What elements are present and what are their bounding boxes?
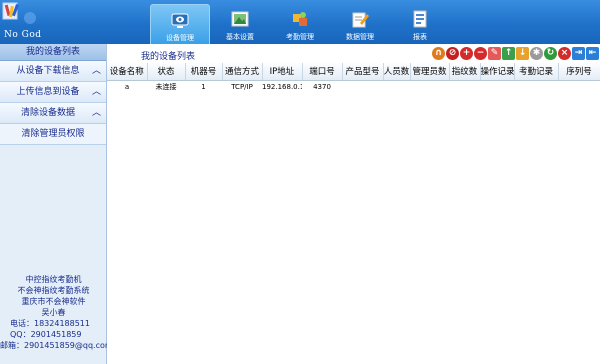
sidebar-header: 我的设备列表 <box>0 44 106 61</box>
nav-device-management[interactable]: 设备管理 <box>150 4 210 44</box>
footer-email: 邮箱：2901451859@qq.com <box>0 341 113 350</box>
edit-icon[interactable]: ✎ <box>488 47 501 60</box>
nav-attendance-management[interactable]: 考勤管理 <box>270 4 330 44</box>
upload-icon[interactable]: ↑ <box>502 47 515 60</box>
column-header[interactable]: 机器号 <box>185 63 223 81</box>
table-cell <box>558 80 600 93</box>
sidebar-item-upload-to-device[interactable]: 上传信息到设备 ︿ <box>0 82 106 103</box>
sidebar-item-download-from-device[interactable]: 从设备下载信息 ︿ <box>0 61 106 82</box>
top-bar: No God 设备管理 基本设置 考勤管理 数据管理 报表 <box>0 0 600 44</box>
column-header[interactable]: 考勤记录 <box>514 63 559 81</box>
connect-icon[interactable]: ∩ <box>432 47 445 60</box>
device-table: 设备名称 状态 机器号 通信方式 IP地址 端口号 产品型号 人员数 管理员数 … <box>107 63 600 93</box>
sync-icon[interactable]: ↻ <box>544 47 557 60</box>
nav-basic-settings[interactable]: 基本设置 <box>210 4 270 44</box>
remove-icon[interactable]: − <box>474 47 487 60</box>
edit-icon <box>352 12 369 28</box>
nav-data-management[interactable]: 数据管理 <box>330 4 390 44</box>
sidebar: 我的设备列表 从设备下载信息 ︿ 上传信息到设备 ︿ 清除设备数据 ︿ 清除管理… <box>0 44 113 364</box>
toolbar: ∩ ⊘ + − ✎ ↑ ↓ ✱ ↻ × ⇥ ⇤ <box>431 47 599 60</box>
nav-label: 考勤管理 <box>286 33 314 41</box>
nav-label: 报表 <box>413 33 427 41</box>
disconnect-icon[interactable]: ⊘ <box>446 47 459 60</box>
column-header[interactable]: 产品型号 <box>342 63 384 81</box>
column-header[interactable]: 通信方式 <box>222 63 263 81</box>
chevron-up-icon: ︿ <box>91 108 101 118</box>
nav-reports[interactable]: 报表 <box>390 4 450 44</box>
export-icon[interactable]: ⇥ <box>572 47 585 60</box>
table-row[interactable]: a 未连接 1 TCP/IP 192.168.0.10 4370 <box>107 80 600 93</box>
sidebar-subitem-clear-admin[interactable]: 清除管理员权限 <box>0 124 106 145</box>
sidebar-item-clear-device-data[interactable]: 清除设备数据 ︿ <box>0 103 106 124</box>
table-cell <box>514 80 558 93</box>
column-header[interactable]: 序列号 <box>558 63 600 81</box>
table-cell: 1 <box>201 82 206 91</box>
download-icon[interactable]: ↓ <box>516 47 529 60</box>
column-header[interactable]: 人员数 <box>383 63 411 81</box>
puzzle-icon <box>293 12 307 26</box>
delete-icon[interactable]: × <box>558 47 571 60</box>
main-panel: 我的设备列表 ∩ ⊘ + − ✎ ↑ ↓ ✱ ↻ × ⇥ ⇤ 设备名称 状态 机… <box>107 44 600 364</box>
picture-icon <box>231 11 249 27</box>
settings-icon[interactable]: ✱ <box>530 47 543 60</box>
column-header[interactable]: 操作记录 <box>480 63 515 81</box>
sidebar-item-label: 从设备下载信息 <box>16 66 80 76</box>
chevron-up-icon: ︿ <box>91 66 101 76</box>
sidebar-item-label: 上传信息到设备 <box>16 87 80 97</box>
sidebar-item-label: 清除设备数据 <box>20 108 75 118</box>
table-cell: TCP/IP <box>231 82 253 91</box>
table-cell: 未连接 <box>155 82 177 91</box>
table-cell <box>480 80 514 93</box>
footer-author: 吴小春 <box>41 308 66 317</box>
column-header[interactable]: 指纹数 <box>449 63 481 81</box>
sidebar-footer: 中控指纹考勤机 不会神指纹考勤系统 重庆市不会神软件 吴小春 电话：183241… <box>0 274 113 364</box>
nav-label: 数据管理 <box>346 33 374 41</box>
table-cell <box>410 80 449 93</box>
page-title: 我的设备列表 <box>141 52 196 62</box>
table-cell: a <box>124 82 130 91</box>
column-header[interactable]: 状态 <box>147 63 186 81</box>
chevron-up-icon: ︿ <box>91 87 101 97</box>
footer-system: 不会神指纹考勤系统 <box>17 286 90 295</box>
import-icon[interactable]: ⇤ <box>586 47 599 60</box>
footer-product: 中控指纹考勤机 <box>25 275 82 284</box>
column-header[interactable]: IP地址 <box>262 63 303 81</box>
nav-label: 设备管理 <box>166 34 194 42</box>
table-cell <box>342 80 383 93</box>
column-header[interactable]: 设备名称 <box>107 63 148 81</box>
app-logo: No God <box>0 0 46 44</box>
add-icon[interactable]: + <box>460 47 473 60</box>
main-header: 我的设备列表 ∩ ⊘ + − ✎ ↑ ↓ ✱ ↻ × ⇥ ⇤ <box>107 44 600 63</box>
footer-phone: 电话：18324188511 <box>10 319 90 328</box>
main-nav: 设备管理 基本设置 考勤管理 数据管理 报表 <box>150 4 450 44</box>
monitor-icon <box>171 13 189 28</box>
footer-qq: QQ：2901451859 <box>10 330 82 339</box>
table-cell: 192.168.0.10 <box>262 82 302 91</box>
table-header-row: 设备名称 状态 机器号 通信方式 IP地址 端口号 产品型号 人员数 管理员数 … <box>107 63 600 81</box>
column-header[interactable]: 端口号 <box>302 63 343 81</box>
table-cell: 4370 <box>313 82 331 91</box>
table-cell <box>383 80 410 93</box>
column-header[interactable]: 管理员数 <box>410 63 450 81</box>
nav-label: 基本设置 <box>226 33 254 41</box>
report-icon <box>413 10 427 28</box>
table-cell <box>449 80 480 93</box>
logo-text: No God <box>4 30 42 40</box>
footer-company: 重庆市不会神软件 <box>21 297 86 306</box>
